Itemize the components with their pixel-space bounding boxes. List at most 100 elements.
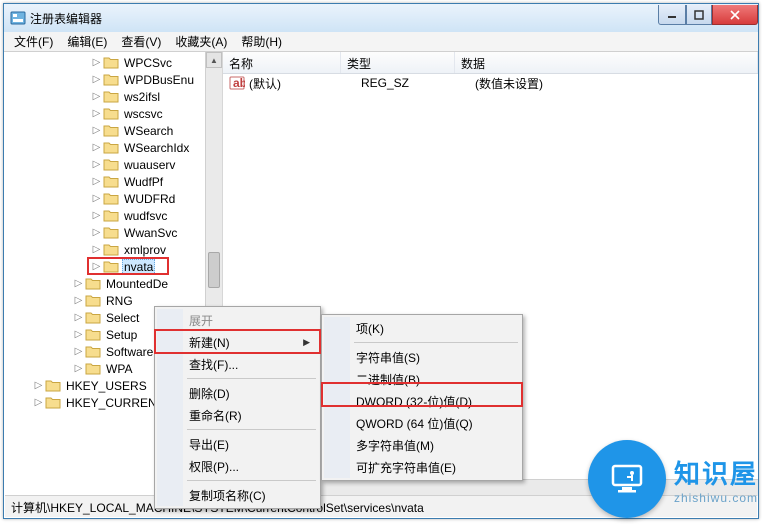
expand-icon[interactable]: ▷: [72, 312, 85, 323]
tree-node-label: Setup: [104, 328, 139, 342]
row-name: (默认): [249, 75, 361, 92]
scroll-thumb[interactable]: [208, 252, 220, 288]
ctx-new-qword[interactable]: QWORD (64 位)值(Q): [324, 412, 520, 434]
ctx-delete[interactable]: 删除(D): [157, 382, 318, 404]
expand-icon[interactable]: ▷: [90, 176, 103, 187]
tree-node-label: WPDBusEnu: [122, 73, 196, 87]
expand-icon[interactable]: ▷: [90, 74, 103, 85]
tree-node[interactable]: ▷ ws2ifsl: [4, 88, 222, 105]
expand-icon[interactable]: ▷: [90, 210, 103, 221]
tree-node-label: nvata: [122, 259, 155, 275]
watermark: 知识屋 zhishiwu.com: [588, 440, 758, 518]
ctx-new-key[interactable]: 项(K): [324, 317, 520, 339]
folder-icon: [45, 379, 61, 392]
expand-icon[interactable]: ▷: [90, 91, 103, 102]
col-type[interactable]: 类型: [341, 52, 455, 73]
folder-icon: [103, 141, 119, 154]
tree-node-label: WSearch: [122, 124, 175, 138]
watermark-title: 知识屋: [674, 454, 758, 491]
folder-icon: [85, 277, 101, 290]
expand-icon[interactable]: ▷: [32, 380, 45, 391]
expand-icon[interactable]: ▷: [90, 108, 103, 119]
svg-text:ab: ab: [233, 76, 245, 90]
expand-icon[interactable]: ▷: [72, 329, 85, 340]
expand-icon[interactable]: ▷: [90, 193, 103, 204]
tree-node[interactable]: ▷ nvata: [4, 258, 222, 275]
context-menu: 展开 新建(N)▶ 查找(F)... 删除(D) 重命名(R) 导出(E) 权限…: [154, 306, 321, 509]
folder-icon: [103, 56, 119, 69]
expand-icon[interactable]: ▷: [32, 397, 45, 408]
string-value-icon: ab: [229, 75, 245, 91]
ctx-new[interactable]: 新建(N)▶: [157, 331, 318, 353]
tree-node-label: RNG: [104, 294, 135, 308]
tree-node-label: wscsvc: [122, 107, 165, 121]
tree-node[interactable]: ▷ wscsvc: [4, 105, 222, 122]
folder-icon: [85, 328, 101, 341]
tree-node-label: MountedDe: [104, 277, 170, 291]
folder-icon: [103, 192, 119, 205]
tree-node[interactable]: ▷WudfPf: [4, 173, 222, 190]
expand-icon[interactable]: ▷: [90, 142, 103, 153]
menu-file[interactable]: 文件(F): [8, 31, 59, 52]
tree-node[interactable]: ▷WSearchIdx: [4, 139, 222, 156]
tree-node[interactable]: ▷WwanSvc: [4, 224, 222, 241]
ctx-find[interactable]: 查找(F)...: [157, 353, 318, 375]
expand-icon[interactable]: ▷: [72, 295, 85, 306]
tree-node[interactable]: ▷ WSearch: [4, 122, 222, 139]
menu-favorites[interactable]: 收藏夹(A): [169, 31, 233, 52]
ctx-expand[interactable]: 展开: [157, 309, 318, 331]
menu-help[interactable]: 帮助(H): [235, 31, 288, 52]
folder-icon: [103, 107, 119, 120]
titlebar[interactable]: 注册表编辑器: [4, 4, 758, 32]
expand-icon[interactable]: ▷: [90, 57, 103, 68]
watermark-url: zhishiwu.com: [674, 491, 758, 505]
folder-icon: [103, 158, 119, 171]
ctx-permissions[interactable]: 权限(P)...: [157, 455, 318, 477]
expand-icon[interactable]: ▷: [90, 244, 103, 255]
maximize-button[interactable]: [686, 5, 712, 25]
expand-icon[interactable]: ▷: [72, 278, 85, 289]
tree-node[interactable]: ▷ wuauserv: [4, 156, 222, 173]
ctx-new-expandstring[interactable]: 可扩充字符串值(E): [324, 456, 520, 478]
tree-node-label: Software: [104, 345, 155, 359]
folder-icon: [103, 226, 119, 239]
ctx-copy-key-name[interactable]: 复制项名称(C): [157, 484, 318, 506]
col-name[interactable]: 名称: [223, 52, 341, 73]
col-data[interactable]: 数据: [455, 52, 758, 73]
expand-icon[interactable]: ▷: [90, 125, 103, 136]
tree-node[interactable]: ▷wudfsvc: [4, 207, 222, 224]
tree-node[interactable]: ▷WUDFRd: [4, 190, 222, 207]
expand-icon[interactable]: ▷: [90, 159, 103, 170]
expand-icon[interactable]: ▷: [72, 346, 85, 357]
tree-node[interactable]: ▷ MountedDe: [4, 275, 222, 292]
minimize-button[interactable]: [658, 5, 686, 25]
ctx-new-binary[interactable]: 二进制值(B): [324, 368, 520, 390]
list-header: 名称 类型 数据: [223, 52, 758, 74]
close-button[interactable]: [712, 5, 758, 25]
ctx-rename[interactable]: 重命名(R): [157, 404, 318, 426]
menu-edit[interactable]: 编辑(E): [61, 31, 113, 52]
expand-icon[interactable]: ▷: [72, 363, 85, 374]
tree-node-label: HKEY_USERS: [64, 379, 149, 393]
ctx-new-dword[interactable]: DWORD (32-位)值(D): [324, 390, 520, 412]
ctx-new-multistring[interactable]: 多字符串值(M): [324, 434, 520, 456]
ctx-export[interactable]: 导出(E): [157, 433, 318, 455]
tree-node-label: wuauserv: [122, 158, 177, 172]
menu-view[interactable]: 查看(V): [115, 31, 167, 52]
tree-node[interactable]: ▷WPCSvc: [4, 54, 222, 71]
tree-node-label: WPA: [104, 362, 134, 376]
menubar: 文件(F) 编辑(E) 查看(V) 收藏夹(A) 帮助(H): [4, 32, 758, 52]
tree-node-label: ws2ifsl: [122, 90, 162, 104]
minimize-icon: [667, 10, 677, 20]
list-row[interactable]: ab (默认) REG_SZ (数值未设置): [223, 74, 758, 92]
folder-icon: [103, 124, 119, 137]
tree-node[interactable]: ▷ xmlprov: [4, 241, 222, 258]
expand-icon[interactable]: ▷: [90, 227, 103, 238]
folder-icon: [45, 396, 61, 409]
ctx-new-string[interactable]: 字符串值(S): [324, 346, 520, 368]
expand-icon[interactable]: ▷: [90, 261, 103, 272]
scroll-up-arrow[interactable]: ▲: [206, 52, 222, 68]
tree-node-label: xmlprov: [122, 243, 168, 257]
tree-node[interactable]: ▷ WPDBusEnu: [4, 71, 222, 88]
watermark-badge: [588, 440, 666, 518]
